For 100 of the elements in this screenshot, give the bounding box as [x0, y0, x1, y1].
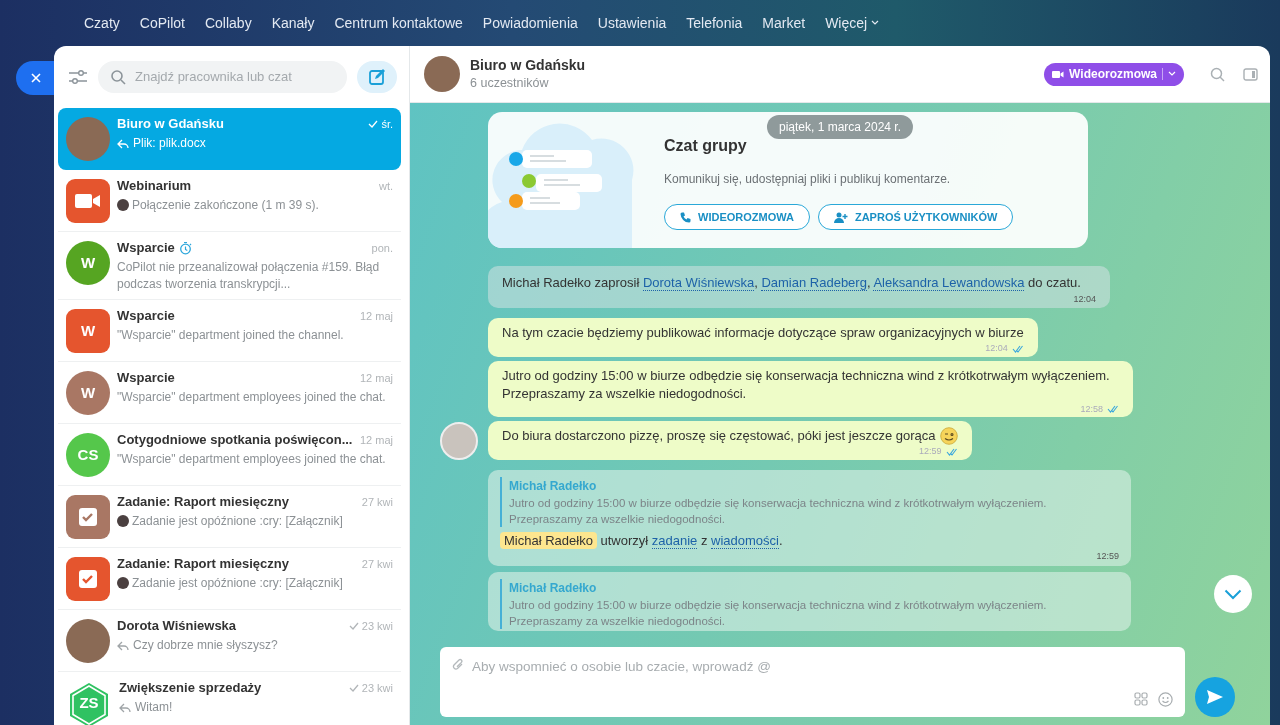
photo-placeholder — [66, 117, 110, 161]
chat-list-item[interactable]: CS Cotygodniowe spotkania poświęcon... 12 maj "Wsparcie" department employees joined the chat. — [58, 424, 401, 486]
chat-name: Wsparcie — [117, 307, 175, 325]
close-button[interactable] — [16, 61, 56, 95]
menu-item[interactable]: Ustawienia — [597, 12, 667, 34]
search-field[interactable]: Znajdź pracownika lub czat — [133, 66, 335, 88]
menu-item[interactable]: Telefonia — [686, 12, 743, 34]
link[interactable]: wiadomości — [711, 532, 779, 549]
message-time: 12:59 — [919, 445, 942, 458]
avatar-initials: W — [66, 241, 110, 285]
chat-preview: Plik: plik.docx — [133, 135, 206, 152]
quote-text: Jutro od godziny 15:00 w biurze odbędzie się konserwacja techniczna wind z krótkotrwałym wyłączeniem. Przepraszamy za wszelkie niedogodności. — [509, 495, 1048, 527]
intro-title: Czat grupy — [664, 136, 748, 156]
chat-name: Zwiększenie sprzedaży — [119, 679, 262, 697]
send-button[interactable] — [1195, 677, 1235, 717]
chat-time: 27 kwi — [361, 557, 393, 572]
menu-item[interactable]: Czaty — [84, 12, 120, 34]
chat-time: 23 kwi — [361, 618, 393, 634]
link[interactable]: Damian Radeberg — [761, 275, 867, 291]
photo-placeholder — [66, 619, 110, 663]
search-box[interactable]: Znajdź pracownika lub czat — [98, 61, 347, 93]
chevron-down-icon — [1224, 588, 1242, 600]
chat-list-item[interactable]: Dorota Wiśniewska 23 kwi Czy dobrze mnie słyszysz? — [58, 610, 401, 672]
message-text: Do biura dostarczono pizzę, proszę się częstować, póki jest jeszcze gorąca — [502, 427, 936, 445]
add-user-icon — [833, 211, 848, 223]
chat-name: Wsparcie — [117, 369, 175, 387]
chat-preview: "Wsparcie" department employees joined the chat. — [117, 389, 386, 406]
message-text: Jutro od godziny 15:00 w biurze odbędzie się konserwacja techniczna wind z krótkotrwałym wyłączeniem. Przepraszamy za wszelkie niedogodności. — [502, 366, 1111, 403]
link[interactable]: Aleksandra Lewandowska — [873, 275, 1025, 291]
chat-name: Webinarium — [117, 177, 192, 195]
menu-item[interactable]: Centrum kontaktowe — [334, 12, 463, 34]
chat-preview: Czy dobrze mnie słyszysz? — [133, 637, 278, 654]
sliders-icon — [68, 69, 88, 85]
quote-author: Michał Radełko — [509, 477, 598, 495]
chat-time: 27 kwi — [361, 495, 393, 510]
quote-text: Jutro od godziny 15:00 w biurze odbędzie się konserwacja techniczna wind z krótkotrwałym wyłączeniem. Przepraszamy za wszelkie niedogodności. — [509, 597, 1048, 629]
chat-preview: "Wsparcie" department joined the channel. — [117, 327, 344, 344]
menu-item[interactable]: Kanały — [271, 12, 315, 34]
menu-item[interactable]: Powiadomienia — [482, 12, 578, 34]
chat-list-item[interactable]: Zadanie: Raport miesięczny 27 kwi Zadanie jest opóźnione :cry: [Załącznik] — [58, 548, 401, 610]
chat-preview: Zadanie jest opóźnione :cry: [Załącznik] — [132, 575, 343, 592]
message-time: 12:04 — [1072, 292, 1096, 306]
chat-preview: Witam! — [135, 699, 173, 716]
chat-name: Zadanie: Raport miesięczny — [117, 555, 289, 573]
chat-list-item[interactable]: ZS Zwiększenie sprzedaży 23 kwi Witam! — [58, 672, 401, 725]
smiley-icon[interactable] — [1158, 692, 1173, 707]
chat-list-item[interactable]: W Wsparcie 12 maj "Wsparcie" department joined the channel. — [58, 300, 401, 362]
chat-time: pon. — [371, 241, 393, 256]
avatar-initials: W — [66, 309, 110, 353]
photo-placeholder — [424, 56, 460, 92]
phone-icon — [680, 211, 691, 223]
compose-button[interactable] — [357, 61, 397, 93]
menu-item[interactable]: Market — [762, 12, 806, 34]
video-call-button[interactable]: Wideorozmowa — [1044, 62, 1184, 86]
send-icon — [1206, 689, 1224, 705]
avatar-initials: W — [66, 371, 110, 415]
search-icon — [110, 69, 126, 85]
menu-item[interactable]: Więcej — [825, 12, 880, 34]
chat-time: 23 kwi — [361, 680, 393, 696]
apps-grid-icon[interactable] — [1134, 692, 1148, 706]
chat-preview: CoPilot nie przeanalizował połączenia #159. Błąd podczas tworzenia transkrypcji... — [117, 259, 381, 293]
menu-item[interactable]: CoPilot — [139, 12, 185, 34]
scroll-down-button[interactable] — [1214, 575, 1252, 613]
caret-icon — [1168, 71, 1176, 77]
video-call-button[interactable]: WIDEOROZMOWA — [664, 204, 810, 230]
filter-button[interactable] — [68, 69, 88, 85]
chat-name: Zadanie: Raport miesięczny — [117, 493, 289, 511]
chat-time: 12 maj — [359, 371, 393, 386]
search-button[interactable] — [1210, 66, 1225, 82]
chat-list-item[interactable]: W Wsparcie 12 maj "Wsparcie" department employees joined the chat. — [58, 362, 401, 424]
chat-time: śr. — [381, 116, 393, 132]
intro-text: Komunikuj się, udostępniaj pliki i publikuj komentarze. — [664, 171, 952, 188]
message-time: 12:58 — [1080, 402, 1103, 416]
chat-preview: Połączenie zakończone (1 m 39 s). — [132, 197, 319, 214]
chat-time: wt. — [378, 179, 393, 194]
edit-icon — [368, 68, 386, 86]
chat-preview: Zadanie jest opóźnione :cry: [Załącznik] — [132, 513, 343, 530]
link[interactable]: zadanie — [651, 532, 698, 549]
message-text: Na tym czacie będziemy publikować informacje dotyczące spraw organizacyjnych w biurze — [502, 324, 1024, 342]
message-time: 12:59 — [1095, 550, 1119, 563]
search-icon — [1210, 66, 1225, 82]
message-time: 12:04 — [985, 342, 1008, 355]
chat-list-item[interactable]: W Wsparcie pon. CoPilot nie przeanalizował połączenia #159. Błąd podczas tworzenia transkrypcji... — [58, 232, 401, 300]
message-text: Michał Radełko utworzył zadanie z wiadomości. — [500, 530, 1119, 550]
chat-name: Biuro w Gdańsku — [117, 115, 224, 133]
chat-time: 12 maj — [359, 433, 393, 448]
avatar-initials: ZS — [79, 692, 99, 713]
side-panel-button[interactable] — [1243, 67, 1258, 81]
chat-title: Biuro w Gdańsku — [470, 55, 587, 74]
quote-author: Michał Radełko — [509, 579, 598, 597]
chat-list-item[interactable]: Webinarium wt. Połączenie zakończone (1 m 39 s). — [58, 170, 401, 232]
chat-time: 12 maj — [359, 309, 393, 324]
message-composer[interactable]: Aby wspomnieć o osobie lub czacie, wprowadź @ — [440, 647, 1185, 717]
invite-users-button[interactable]: ZAPROŚ UŻYTKOWNIKÓW — [817, 204, 1014, 230]
participants-count: 6 uczestników — [470, 74, 550, 92]
menu-item[interactable]: Collaby — [204, 12, 252, 34]
date-label: piątek, 1 marca 2024 r. — [766, 115, 914, 139]
chat-list-item[interactable]: Zadanie: Raport miesięczny 27 kwi Zadanie jest opóźnione :cry: [Załącznik] — [58, 486, 401, 548]
video-camera-icon — [1052, 69, 1065, 79]
paperclip-icon — [452, 657, 464, 672]
